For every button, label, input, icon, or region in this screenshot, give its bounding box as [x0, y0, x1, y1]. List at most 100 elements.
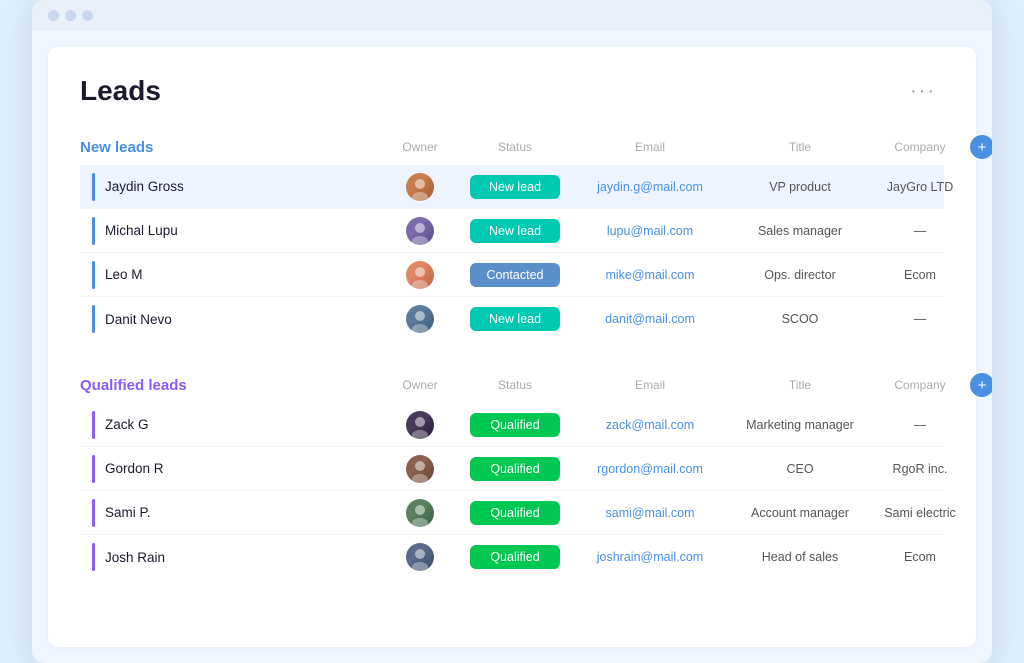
- col-title-new: Title: [730, 140, 870, 154]
- col-company-new: Company: [870, 140, 970, 154]
- status-badge: Qualified: [470, 545, 560, 569]
- owner-cell: [380, 173, 460, 201]
- status-cell: Qualified: [460, 501, 570, 525]
- company-cell: Sami electric: [870, 506, 970, 520]
- title-cell: VP product: [730, 180, 870, 194]
- lead-name-bar: [92, 543, 95, 571]
- table-row[interactable]: Josh Rain Qualifiedjoshrain@mail.comHead…: [80, 535, 944, 579]
- status-cell: Qualified: [460, 413, 570, 437]
- avatar: [406, 543, 434, 571]
- status-cell: New lead: [460, 307, 570, 331]
- company-cell: JayGro LTD: [870, 180, 970, 194]
- table-row[interactable]: Danit Nevo New leaddanit@mail.comSCOO—: [80, 297, 944, 341]
- lead-name-text: Zack G: [105, 417, 149, 432]
- table-row[interactable]: Jaydin Gross New leadjaydin.g@mail.comVP…: [80, 165, 944, 209]
- table-row[interactable]: Zack G Qualified zack@mail.comMarketing m…: [80, 403, 944, 447]
- titlebar-dot-2: [65, 10, 76, 21]
- avatar: [406, 499, 434, 527]
- lead-name-text: Leo M: [105, 267, 143, 282]
- email-cell: sami@mail.com: [570, 506, 730, 520]
- page-title: Leads: [80, 75, 161, 107]
- new-leads-title: New leads: [80, 139, 380, 156]
- status-cell: Qualified: [460, 457, 570, 481]
- status-badge: Qualified: [470, 413, 560, 437]
- lead-name-bar: [92, 217, 95, 245]
- lead-name-cell: Zack G: [80, 411, 380, 439]
- company-cell: Ecom: [870, 550, 970, 564]
- lead-name-bar: [92, 411, 95, 439]
- col-email-new: Email: [570, 140, 730, 154]
- status-cell: New lead: [460, 219, 570, 243]
- new-leads-section: New leads Owner Status Email Title Compa…: [80, 135, 944, 341]
- email-cell: lupu@mail.com: [570, 224, 730, 238]
- lead-name-text: Gordon R: [105, 461, 164, 476]
- titlebar-dot-3: [82, 10, 93, 21]
- lead-name-bar: [92, 499, 95, 527]
- email-cell: jaydin.g@mail.com: [570, 180, 730, 194]
- qualified-leads-section: Qualified leads Owner Status Email Title…: [80, 373, 944, 579]
- more-button[interactable]: ···: [902, 76, 944, 107]
- avatar: [406, 305, 434, 333]
- owner-cell: [380, 543, 460, 571]
- email-cell: joshrain@mail.com: [570, 550, 730, 564]
- qualified-leads-header: Qualified leads Owner Status Email Title…: [80, 373, 944, 397]
- avatar: [406, 455, 434, 483]
- avatar: [406, 411, 434, 439]
- lead-name-bar: [92, 455, 95, 483]
- main-content: Leads ··· New leads Owner Status Email T…: [48, 47, 976, 647]
- owner-cell: [380, 261, 460, 289]
- page-header: Leads ···: [80, 75, 944, 107]
- col-owner-new: Owner: [380, 140, 460, 154]
- lead-name-bar: [92, 173, 95, 201]
- titlebar: [32, 0, 992, 31]
- owner-cell: [380, 455, 460, 483]
- table-row[interactable]: Leo M Contactedmike@mail.comOps. directo…: [80, 253, 944, 297]
- lead-name-bar: [92, 261, 95, 289]
- avatar: [406, 217, 434, 245]
- lead-name-cell: Michal Lupu: [80, 217, 380, 245]
- lead-name-text: Michal Lupu: [105, 223, 178, 238]
- title-cell: Sales manager: [730, 224, 870, 238]
- status-badge: Qualified: [470, 501, 560, 525]
- lead-name-text: Josh Rain: [105, 550, 165, 565]
- new-leads-header: New leads Owner Status Email Title Compa…: [80, 135, 944, 159]
- lead-name-text: Jaydin Gross: [105, 179, 184, 194]
- status-cell: New lead: [460, 175, 570, 199]
- title-cell: Account manager: [730, 506, 870, 520]
- table-row[interactable]: Michal Lupu New lead lupu@mail.comSales m…: [80, 209, 944, 253]
- table-row[interactable]: Sami P. Qualified sami@mail.comAccount ma…: [80, 491, 944, 535]
- status-badge: Qualified: [470, 457, 560, 481]
- qualified-leads-title: Qualified leads: [80, 377, 380, 394]
- status-badge: Contacted: [470, 263, 560, 287]
- lead-name-cell: Sami P.: [80, 499, 380, 527]
- status-badge: New lead: [470, 219, 560, 243]
- col-company-qual: Company: [870, 378, 970, 392]
- table-row[interactable]: Gordon R Qualifiedrgordon@mail.comCEORgo…: [80, 447, 944, 491]
- title-cell: CEO: [730, 462, 870, 476]
- owner-cell: [380, 305, 460, 333]
- title-cell: SCOO: [730, 312, 870, 326]
- company-cell: RgoR inc.: [870, 462, 970, 476]
- add-new-lead-button[interactable]: +: [970, 135, 992, 159]
- email-cell: zack@mail.com: [570, 418, 730, 432]
- col-status-new: Status: [460, 140, 570, 154]
- avatar: [406, 173, 434, 201]
- col-owner-qual: Owner: [380, 378, 460, 392]
- add-qualified-lead-button[interactable]: +: [970, 373, 992, 397]
- lead-name-cell: Josh Rain: [80, 543, 380, 571]
- app-window: Leads ··· New leads Owner Status Email T…: [32, 0, 992, 663]
- title-cell: Marketing manager: [730, 418, 870, 432]
- owner-cell: [380, 217, 460, 245]
- company-cell: Ecom: [870, 268, 970, 282]
- lead-name-cell: Gordon R: [80, 455, 380, 483]
- status-badge: New lead: [470, 307, 560, 331]
- email-cell: mike@mail.com: [570, 268, 730, 282]
- owner-cell: [380, 499, 460, 527]
- company-cell: —: [870, 418, 970, 432]
- new-leads-table: Jaydin Gross New leadjaydin.g@mail.comVP…: [80, 165, 944, 341]
- status-cell: Qualified: [460, 545, 570, 569]
- company-cell: —: [870, 312, 970, 326]
- col-email-qual: Email: [570, 378, 730, 392]
- lead-name-cell: Leo M: [80, 261, 380, 289]
- lead-name-text: Sami P.: [105, 505, 151, 520]
